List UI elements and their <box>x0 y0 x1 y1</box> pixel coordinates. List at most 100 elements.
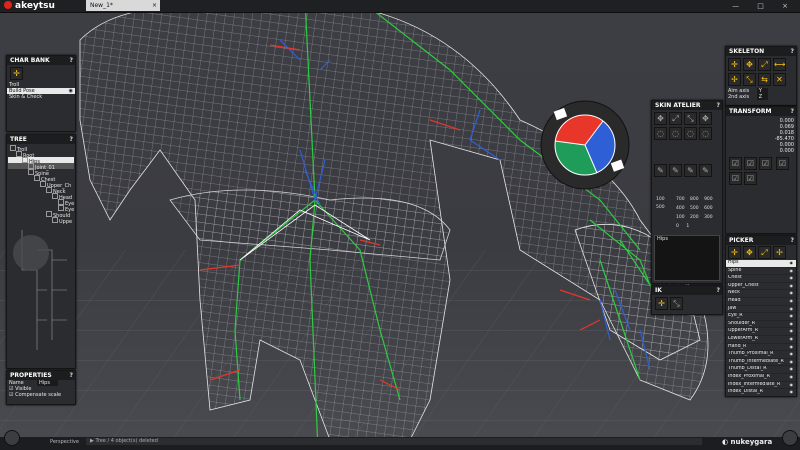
picker-mode-icon[interactable]: ⤢ <box>758 246 771 259</box>
visibility-icon[interactable]: ◉ <box>790 268 794 275</box>
influence-list-item[interactable]: Hips <box>655 236 719 242</box>
picker-item[interactable]: Index_Distal_R ◉ <box>726 389 796 396</box>
weight-value[interactable]: 1 <box>686 224 689 229</box>
lock-icon[interactable]: ☑ <box>759 157 772 170</box>
visibility-icon[interactable]: ◉ <box>790 336 794 343</box>
weight-value[interactable]: 200 <box>690 215 699 220</box>
picker-item[interactable]: LowerArm_R ◉ <box>726 336 796 344</box>
picker-item[interactable]: Upper_Chest ◉ <box>726 283 796 291</box>
visibility-icon[interactable]: ◉ <box>790 290 794 297</box>
visibility-icon[interactable]: ◉ <box>790 275 794 282</box>
picker-item[interactable]: Shoulder_R ◉ <box>726 321 796 329</box>
weight-value[interactable]: 400 <box>676 206 685 211</box>
visibility-icon[interactable]: ◉ <box>790 313 794 320</box>
weight-value[interactable]: 600 <box>704 206 713 211</box>
picker-item[interactable]: Jaw ◉ <box>726 306 796 314</box>
picker-mode-icon[interactable]: ✢ <box>773 246 786 259</box>
joint-delete-icon[interactable]: ✕ <box>773 73 786 86</box>
tree-item[interactable]: Uppe <box>8 217 74 225</box>
picker-add-icon[interactable]: ✛ <box>728 246 741 259</box>
joint-chain-icon[interactable]: ⤢ <box>758 58 771 71</box>
help-button[interactable]: ? <box>791 107 794 116</box>
weight-value[interactable]: 0 <box>676 224 679 229</box>
visibility-icon[interactable]: ◉ <box>790 389 794 396</box>
help-button[interactable]: ? <box>70 135 73 144</box>
picker-item[interactable]: Eye_R ◉ <box>726 313 796 321</box>
skin-tool-icon[interactable]: ◌ <box>654 127 667 140</box>
help-button[interactable]: ? <box>717 101 720 110</box>
view-toggle-icon[interactable] <box>782 430 798 446</box>
skin-tool-icon[interactable]: ✥ <box>699 112 712 125</box>
picker-item[interactable]: Chest ◉ <box>726 275 796 283</box>
weight-value[interactable]: 900 <box>704 197 713 202</box>
ik-add-icon[interactable]: ✛ <box>655 297 668 310</box>
visibility-icon[interactable]: ◉ <box>790 366 794 373</box>
lock-icon[interactable]: ☑ <box>744 172 757 185</box>
joint-split-icon[interactable]: ⤡ <box>743 73 756 86</box>
visibility-icon[interactable]: ◉ <box>790 283 794 290</box>
help-button[interactable]: ? <box>717 286 720 295</box>
joint-orient-icon[interactable]: ⇆ <box>758 73 771 86</box>
visibility-icon[interactable]: ◉ <box>790 351 794 358</box>
settings-icon[interactable] <box>4 430 20 446</box>
picker-item[interactable]: Head ◉ <box>726 298 796 306</box>
name-field[interactable]: Hips <box>37 380 58 386</box>
joint-move-icon[interactable]: ✥ <box>743 58 756 71</box>
document-tab[interactable]: New_1* × <box>86 0 160 11</box>
visibility-icon[interactable]: ◉ <box>790 298 794 305</box>
lock-icon[interactable]: ☑ <box>729 157 742 170</box>
weight-value[interactable]: 500 <box>690 206 699 211</box>
picker-item[interactable]: Neck ◉ <box>726 290 796 298</box>
skin-brush-icon[interactable]: ✎ <box>684 164 697 177</box>
help-button[interactable]: ? <box>791 47 794 56</box>
skin-tool-icon[interactable]: ⤢ <box>669 112 682 125</box>
picker-item[interactable]: Index_Proximal_R ◉ <box>726 374 796 382</box>
joint-mirror-icon[interactable]: ⟷ <box>773 58 786 71</box>
picker-item[interactable]: Hips ◉ <box>726 260 796 268</box>
skin-brush-icon[interactable]: ✎ <box>669 164 682 177</box>
picker-item[interactable]: Thumb_Distal_R ◉ <box>726 366 796 374</box>
picker-item[interactable]: Index_Intermediate_R ◉ <box>726 382 796 390</box>
influence-list[interactable]: Hips <box>654 235 720 281</box>
skin-brush-icon[interactable]: ✎ <box>654 164 667 177</box>
picker-item[interactable]: Hand_R ◉ <box>726 344 796 352</box>
visibility-icon[interactable]: ◉ <box>790 374 794 381</box>
joint-add-icon[interactable]: ✛ <box>728 58 741 71</box>
lock-icon[interactable]: ☑ <box>775 157 789 170</box>
weight-value[interactable]: 700 <box>676 197 685 202</box>
help-button[interactable]: ? <box>70 371 73 380</box>
compensate-row[interactable]: ☑ Compensate scale <box>7 392 75 398</box>
visibility-icon[interactable]: ◉ <box>790 359 794 366</box>
ik-chain-icon[interactable]: ⤡ <box>670 297 683 310</box>
visibility-icon[interactable]: ◉ <box>790 328 794 335</box>
skin-tool-icon[interactable]: ◌ <box>699 127 712 140</box>
skin-tool-icon[interactable]: ⤡ <box>684 112 697 125</box>
help-button[interactable]: ? <box>70 56 73 65</box>
joint-insert-icon[interactable]: ✢ <box>728 73 741 86</box>
tab-close-button[interactable]: × <box>152 0 157 11</box>
picker-item[interactable]: Thumb_Intermediate_R ◉ <box>726 359 796 367</box>
help-button[interactable]: ? <box>791 236 794 245</box>
eye-icon[interactable]: ◉ <box>69 88 73 94</box>
visibility-icon[interactable]: ◉ <box>790 344 794 351</box>
picker-item[interactable]: UpperArm_R ◉ <box>726 328 796 336</box>
weight-value[interactable]: 800 <box>690 197 699 202</box>
picker-item[interactable]: Spine ◉ <box>726 268 796 276</box>
picker-item[interactable]: Thumb_Proximal_R ◉ <box>726 351 796 359</box>
lock-icon[interactable]: ☑ <box>729 172 742 185</box>
weight-value[interactable]: 300 <box>704 215 713 220</box>
visibility-icon[interactable]: ◉ <box>790 382 794 389</box>
skin-brush-icon[interactable]: ✎ <box>699 164 712 177</box>
skin-tool-icon[interactable]: ◌ <box>684 127 697 140</box>
visibility-icon[interactable]: ◉ <box>790 321 794 328</box>
add-char-icon[interactable]: ✛ <box>10 67 23 80</box>
picker-mode-icon[interactable]: ✥ <box>743 246 756 259</box>
transform-value[interactable]: 0.000 <box>780 148 794 154</box>
second-axis-select[interactable]: Z <box>756 94 769 100</box>
visibility-icon[interactable]: ◉ <box>790 306 794 313</box>
skin-tool-icon[interactable]: ◌ <box>669 127 682 140</box>
char-item-skin-check[interactable]: Skin & Check <box>7 94 75 100</box>
weight-value[interactable]: 100 <box>676 215 685 220</box>
lock-icon[interactable]: ☑ <box>744 157 757 170</box>
skin-tool-icon[interactable]: ✥ <box>654 112 667 125</box>
